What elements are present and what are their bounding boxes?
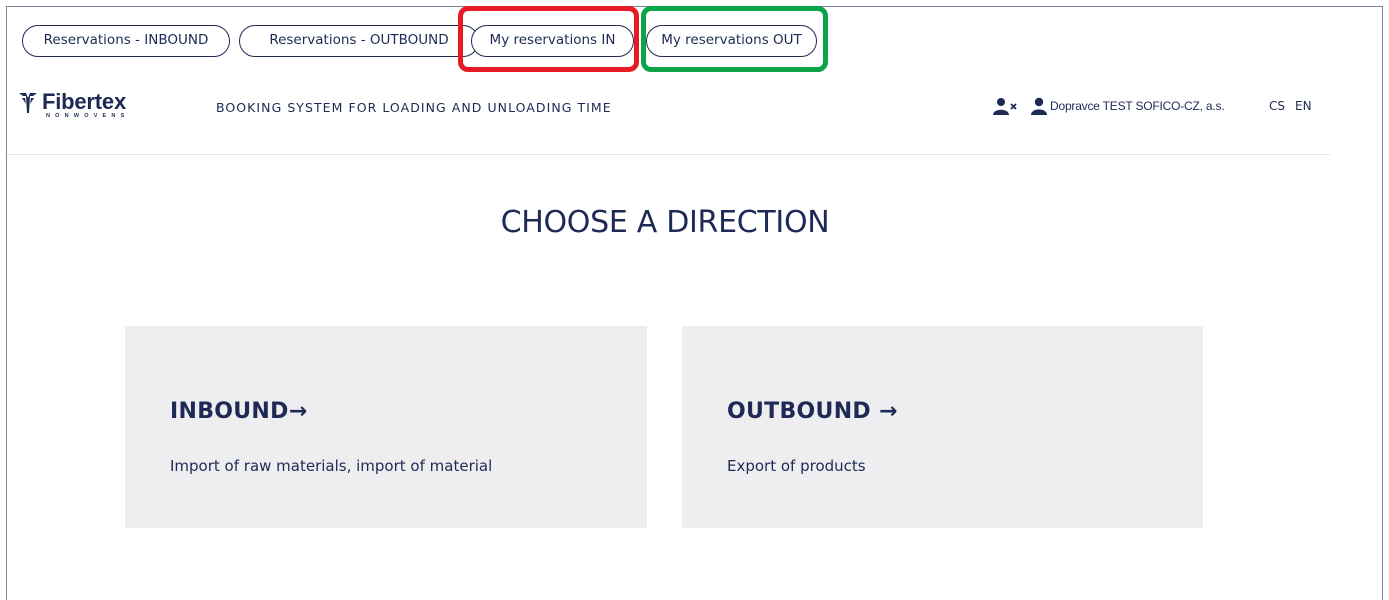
page-heading: CHOOSE A DIRECTION <box>500 205 830 240</box>
user-icon <box>1031 97 1047 115</box>
fibertex-logo[interactable]: Fibertex NONWOVENS <box>18 89 148 124</box>
highlight-green-box <box>641 6 828 72</box>
highlight-red-box <box>458 6 639 72</box>
language-cs[interactable]: CS <box>1269 99 1285 113</box>
user-remove-icon[interactable] <box>993 97 1017 115</box>
inbound-card[interactable]: INBOUND→ Import of raw materials, import… <box>125 326 647 528</box>
header-divider <box>7 154 1330 155</box>
outbound-description: Export of products <box>727 457 866 475</box>
tab-reservations-outbound[interactable]: Reservations - OUTBOUND <box>239 25 479 57</box>
logo-subtext: NONWOVENS <box>46 113 130 119</box>
outbound-title: OUTBOUND → <box>727 399 898 424</box>
logo-icon <box>19 93 37 113</box>
inbound-title: INBOUND→ <box>170 399 308 424</box>
inbound-description: Import of raw materials, import of mater… <box>170 457 493 475</box>
tab-reservations-inbound[interactable]: Reservations - INBOUND <box>22 25 230 57</box>
logo-text: Fibertex <box>42 89 126 114</box>
outbound-card[interactable]: OUTBOUND → Export of products <box>682 326 1203 528</box>
app-title: BOOKING SYSTEM FOR LOADING AND UNLOADING… <box>216 100 612 115</box>
user-name: Dopravce TEST SOFICO-CZ, a.s. <box>1050 99 1225 113</box>
language-en[interactable]: EN <box>1295 99 1312 113</box>
